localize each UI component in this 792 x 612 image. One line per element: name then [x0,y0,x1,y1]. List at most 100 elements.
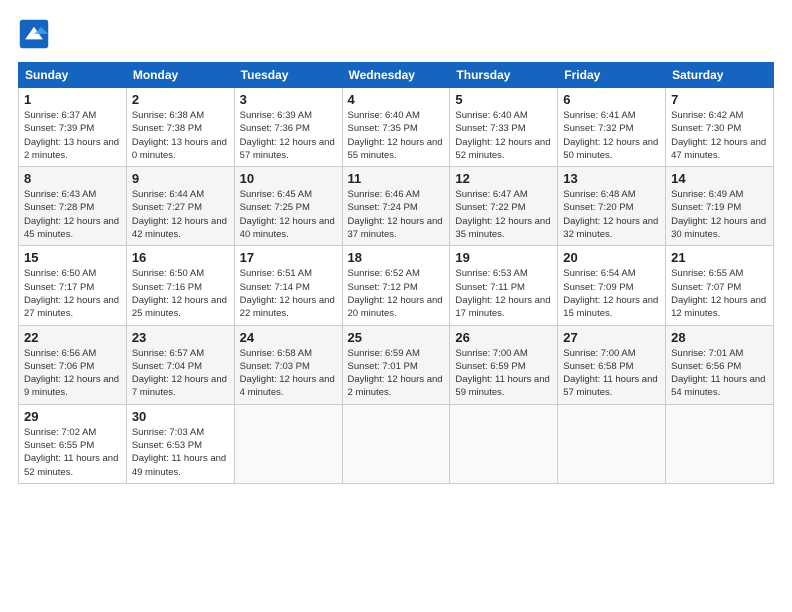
day-number: 20 [563,250,660,265]
week-row-5: 29Sunrise: 7:02 AM Sunset: 6:55 PM Dayli… [19,404,774,483]
week-row-4: 22Sunrise: 6:56 AM Sunset: 7:06 PM Dayli… [19,325,774,404]
day-info: Sunrise: 6:44 AM Sunset: 7:27 PM Dayligh… [132,188,229,241]
day-number: 6 [563,92,660,107]
day-number: 8 [24,171,121,186]
day-cell [234,404,342,483]
day-info: Sunrise: 6:45 AM Sunset: 7:25 PM Dayligh… [240,188,337,241]
day-cell: 6 Sunrise: 6:41 AM Sunset: 7:32 PM Daylig… [558,88,666,167]
day-cell [666,404,774,483]
day-number: 1 [24,92,121,107]
day-number: 21 [671,250,768,265]
day-cell: 3 Sunrise: 6:39 AM Sunset: 7:36 PM Daylig… [234,88,342,167]
header-cell-monday: Monday [126,63,234,88]
day-number: 15 [24,250,121,265]
day-number: 9 [132,171,229,186]
day-info: Sunrise: 6:59 AM Sunset: 7:01 PM Dayligh… [348,347,445,400]
day-number: 27 [563,330,660,345]
day-cell [450,404,558,483]
day-info: Sunrise: 6:37 AM Sunset: 7:39 PM Dayligh… [24,109,121,162]
day-number: 24 [240,330,337,345]
header-cell-friday: Friday [558,63,666,88]
day-cell: 30 Sunrise: 7:03 AM Sunset: 6:53 PM Dayli… [126,404,234,483]
day-number: 4 [348,92,445,107]
day-info: Sunrise: 6:48 AM Sunset: 7:20 PM Dayligh… [563,188,660,241]
logo-icon [18,18,50,50]
day-info: Sunrise: 6:56 AM Sunset: 7:06 PM Dayligh… [24,347,121,400]
header-cell-wednesday: Wednesday [342,63,450,88]
day-info: Sunrise: 6:58 AM Sunset: 7:03 PM Dayligh… [240,347,337,400]
day-info: Sunrise: 6:50 AM Sunset: 7:16 PM Dayligh… [132,267,229,320]
day-cell: 12 Sunrise: 6:47 AM Sunset: 7:22 PM Dayli… [450,167,558,246]
day-cell: 11 Sunrise: 6:46 AM Sunset: 7:24 PM Dayli… [342,167,450,246]
day-info: Sunrise: 7:00 AM Sunset: 6:58 PM Dayligh… [563,347,660,400]
day-info: Sunrise: 6:46 AM Sunset: 7:24 PM Dayligh… [348,188,445,241]
week-row-3: 15 Sunrise: 6:50 AM Sunset: 7:17 PM Dayli… [19,246,774,325]
day-cell: 14Sunrise: 6:49 AM Sunset: 7:19 PM Dayli… [666,167,774,246]
week-row-1: 1 Sunrise: 6:37 AM Sunset: 7:39 PM Daylig… [19,88,774,167]
day-cell: 15 Sunrise: 6:50 AM Sunset: 7:17 PM Dayli… [19,246,127,325]
day-cell: 27 Sunrise: 7:00 AM Sunset: 6:58 PM Dayli… [558,325,666,404]
day-info: Sunrise: 6:41 AM Sunset: 7:32 PM Dayligh… [563,109,660,162]
day-cell: 8 Sunrise: 6:43 AM Sunset: 7:28 PM Daylig… [19,167,127,246]
header-cell-tuesday: Tuesday [234,63,342,88]
day-info: Sunrise: 6:55 AM Sunset: 7:07 PM Dayligh… [671,267,768,320]
day-info: Sunrise: 6:53 AM Sunset: 7:11 PM Dayligh… [455,267,552,320]
day-number: 25 [348,330,445,345]
logo [18,18,54,50]
week-row-2: 8 Sunrise: 6:43 AM Sunset: 7:28 PM Daylig… [19,167,774,246]
day-cell: 24 Sunrise: 6:58 AM Sunset: 7:03 PM Dayli… [234,325,342,404]
day-info: Sunrise: 7:03 AM Sunset: 6:53 PM Dayligh… [132,426,229,479]
day-cell [558,404,666,483]
day-number: 17 [240,250,337,265]
day-number: 11 [348,171,445,186]
day-info: Sunrise: 6:40 AM Sunset: 7:35 PM Dayligh… [348,109,445,162]
day-number: 26 [455,330,552,345]
day-cell: 1 Sunrise: 6:37 AM Sunset: 7:39 PM Daylig… [19,88,127,167]
day-cell: 5Sunrise: 6:40 AM Sunset: 7:33 PM Daylig… [450,88,558,167]
day-info: Sunrise: 7:02 AM Sunset: 6:55 PM Dayligh… [24,426,121,479]
day-cell: 7 Sunrise: 6:42 AM Sunset: 7:30 PM Daylig… [666,88,774,167]
header-cell-saturday: Saturday [666,63,774,88]
day-number: 13 [563,171,660,186]
day-info: Sunrise: 6:57 AM Sunset: 7:04 PM Dayligh… [132,347,229,400]
day-number: 5 [455,92,552,107]
day-number: 3 [240,92,337,107]
day-cell: 20Sunrise: 6:54 AM Sunset: 7:09 PM Dayli… [558,246,666,325]
day-number: 19 [455,250,552,265]
day-cell [342,404,450,483]
day-cell: 16 Sunrise: 6:50 AM Sunset: 7:16 PM Dayli… [126,246,234,325]
day-number: 14 [671,171,768,186]
calendar-table: SundayMondayTuesdayWednesdayThursdayFrid… [18,62,774,484]
day-info: Sunrise: 7:01 AM Sunset: 6:56 PM Dayligh… [671,347,768,400]
header-row: SundayMondayTuesdayWednesdayThursdayFrid… [19,63,774,88]
day-number: 12 [455,171,552,186]
day-cell: 9 Sunrise: 6:44 AM Sunset: 7:27 PM Daylig… [126,167,234,246]
header [18,18,774,50]
day-info: Sunrise: 6:50 AM Sunset: 7:17 PM Dayligh… [24,267,121,320]
day-cell: 25 Sunrise: 6:59 AM Sunset: 7:01 PM Dayli… [342,325,450,404]
day-number: 28 [671,330,768,345]
day-info: Sunrise: 6:51 AM Sunset: 7:14 PM Dayligh… [240,267,337,320]
day-cell: 10 Sunrise: 6:45 AM Sunset: 7:25 PM Dayli… [234,167,342,246]
day-cell: 26 Sunrise: 7:00 AM Sunset: 6:59 PM Dayli… [450,325,558,404]
day-info: Sunrise: 7:00 AM Sunset: 6:59 PM Dayligh… [455,347,552,400]
day-cell: 4 Sunrise: 6:40 AM Sunset: 7:35 PM Daylig… [342,88,450,167]
day-info: Sunrise: 6:43 AM Sunset: 7:28 PM Dayligh… [24,188,121,241]
day-info: Sunrise: 6:39 AM Sunset: 7:36 PM Dayligh… [240,109,337,162]
calendar-page: SundayMondayTuesdayWednesdayThursdayFrid… [0,0,792,612]
day-cell: 22Sunrise: 6:56 AM Sunset: 7:06 PM Dayli… [19,325,127,404]
header-cell-sunday: Sunday [19,63,127,88]
day-cell: 19 Sunrise: 6:53 AM Sunset: 7:11 PM Dayli… [450,246,558,325]
day-info: Sunrise: 6:47 AM Sunset: 7:22 PM Dayligh… [455,188,552,241]
day-number: 2 [132,92,229,107]
day-cell: 29Sunrise: 7:02 AM Sunset: 6:55 PM Dayli… [19,404,127,483]
day-info: Sunrise: 6:42 AM Sunset: 7:30 PM Dayligh… [671,109,768,162]
day-cell: 13 Sunrise: 6:48 AM Sunset: 7:20 PM Dayli… [558,167,666,246]
day-number: 23 [132,330,229,345]
day-number: 16 [132,250,229,265]
day-cell: 18Sunrise: 6:52 AM Sunset: 7:12 PM Dayli… [342,246,450,325]
day-number: 30 [132,409,229,424]
day-number: 7 [671,92,768,107]
day-cell: 28 Sunrise: 7:01 AM Sunset: 6:56 PM Dayli… [666,325,774,404]
day-number: 10 [240,171,337,186]
